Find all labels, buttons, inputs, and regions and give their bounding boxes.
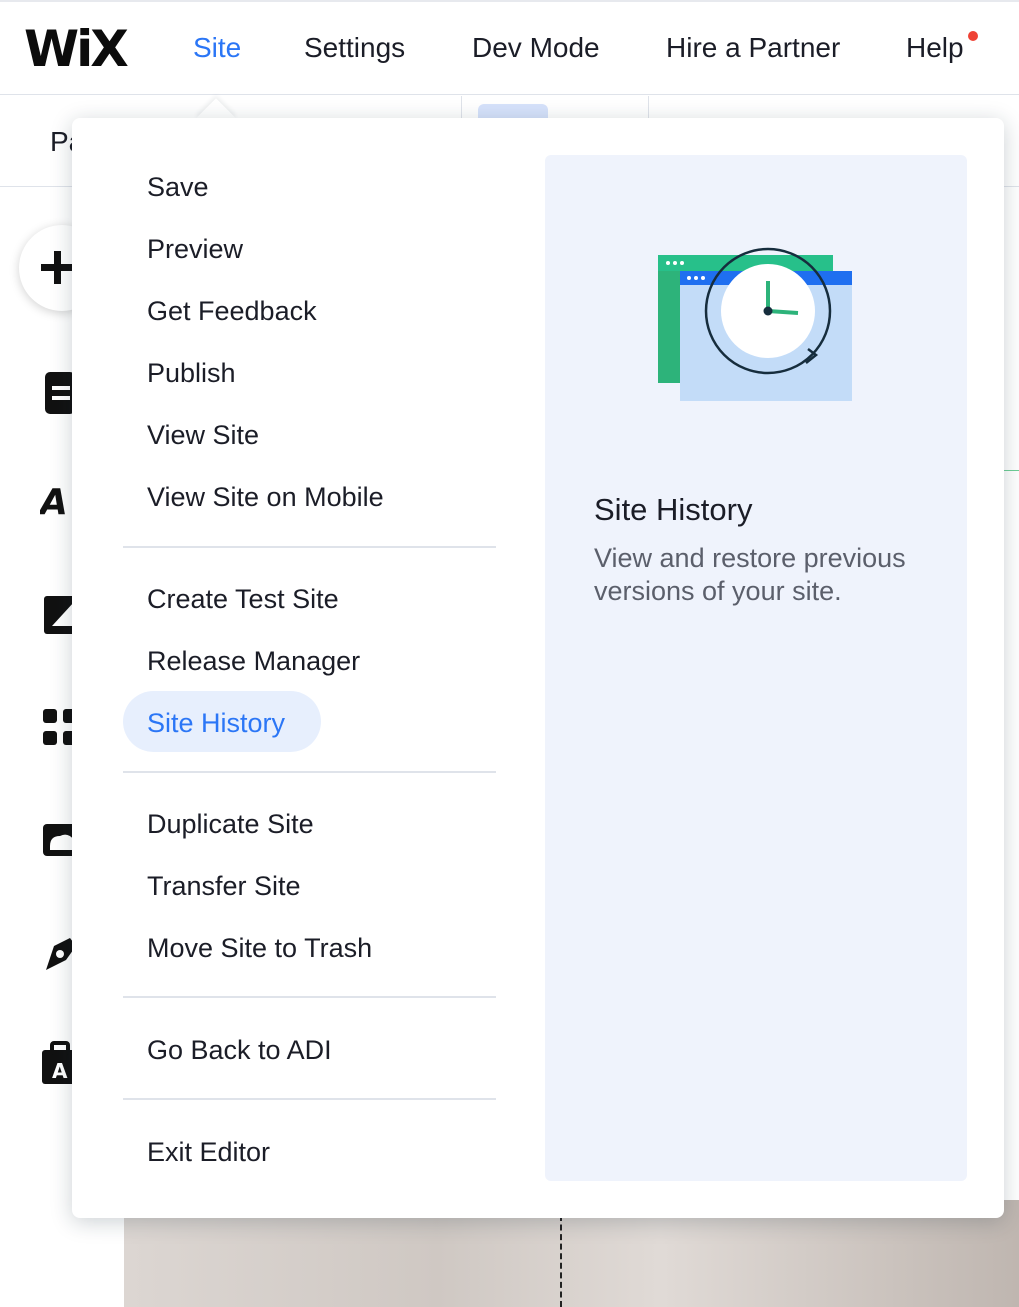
menu-divider (123, 771, 496, 773)
svg-text:A: A (40, 482, 68, 523)
menu-item-preview[interactable]: Preview (147, 232, 243, 266)
canvas-guide-line (560, 1215, 562, 1307)
nav-help[interactable]: Help (906, 30, 964, 66)
nav-hire-a-partner[interactable]: Hire a Partner (666, 30, 840, 66)
menu-divider (123, 546, 496, 548)
menu-item-site-history[interactable]: Site History (147, 706, 285, 740)
menu-item-view-site[interactable]: View Site (147, 418, 259, 452)
help-notification-dot (968, 31, 978, 41)
menu-item-transfer-site[interactable]: Transfer Site (147, 869, 301, 903)
menu-item-save[interactable]: Save (147, 170, 209, 204)
menu-divider (123, 996, 496, 998)
menu-item-publish[interactable]: Publish (147, 356, 236, 390)
nav-dev-mode[interactable]: Dev Mode (472, 30, 600, 66)
toolbar-divider (461, 96, 462, 118)
wix-logo[interactable]: WiX (24, 22, 129, 76)
info-panel-description: View and restore previous versions of yo… (594, 543, 906, 606)
toolbar-tab[interactable] (478, 104, 548, 118)
nav-site[interactable]: Site (193, 30, 241, 66)
menu-item-exit-editor[interactable]: Exit Editor (147, 1135, 270, 1169)
menu-item-view-site-on-mobile[interactable]: View Site on Mobile (147, 480, 384, 514)
nav-settings[interactable]: Settings (304, 30, 405, 66)
canvas-edge-guide (1003, 470, 1019, 471)
menu-item-go-back-to-adi[interactable]: Go Back to ADI (147, 1033, 332, 1067)
top-bar: WiX Site Settings Dev Mode Hire a Partne… (0, 0, 1019, 95)
menu-item-release-manager[interactable]: Release Manager (147, 644, 360, 678)
menu-item-duplicate-site[interactable]: Duplicate Site (147, 807, 314, 841)
menu-item-create-test-site[interactable]: Create Test Site (147, 582, 339, 616)
menu-item-move-site-to-trash[interactable]: Move Site to Trash (147, 931, 372, 965)
site-history-clock-icon (658, 247, 852, 401)
info-panel-title: Site History (594, 492, 753, 527)
svg-text:A: A (52, 1059, 68, 1083)
toolbar-divider (648, 96, 649, 118)
menu-item-get-feedback[interactable]: Get Feedback (147, 294, 317, 328)
menu-divider (123, 1098, 496, 1100)
